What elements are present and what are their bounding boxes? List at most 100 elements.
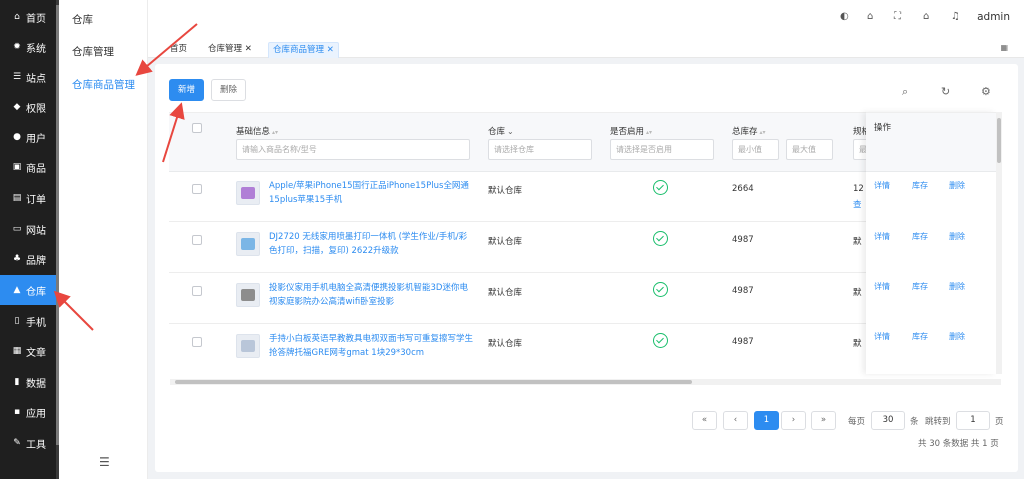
- delete-link[interactable]: 删除: [949, 331, 965, 342]
- row-checkbox[interactable]: [192, 184, 202, 194]
- sidebar-item-article[interactable]: ▦ 文章: [0, 336, 59, 366]
- sidebar-item-label: 权限: [26, 103, 46, 115]
- stock-cell: 2664: [732, 184, 754, 194]
- warehouse-filter[interactable]: 请选择仓库: [488, 139, 592, 160]
- delete-button[interactable]: 删除: [211, 79, 247, 101]
- scrollbar-thumb[interactable]: [997, 118, 1001, 163]
- sort-icon[interactable]: ▴▾: [760, 129, 766, 136]
- sidebar-item-order[interactable]: ▤ 订单: [0, 183, 59, 213]
- tabs-menu-icon[interactable]: ▦: [1000, 43, 1008, 52]
- product-name-link[interactable]: DJ2720 无线家用喷墨打印一体机 (学生作业/手机/彩色打印，扫描，复印) …: [269, 231, 474, 258]
- stock-link[interactable]: 库存: [912, 281, 928, 292]
- sidebar-item-apps[interactable]: ▪ 应用: [0, 397, 59, 427]
- add-button[interactable]: 新增: [169, 79, 205, 101]
- bell-icon[interactable]: ♫: [951, 11, 960, 22]
- menu-fold-icon[interactable]: ☰: [99, 455, 110, 469]
- column-label: 仓库: [488, 127, 506, 137]
- sidebar-item-label: 订单: [26, 194, 46, 206]
- sidebar-item-system[interactable]: ✹ 系统: [0, 32, 59, 62]
- product-name-filter[interactable]: 请输入商品名称/型号: [236, 139, 470, 160]
- column-header-stock[interactable]: 总库存 ▴▾: [732, 125, 766, 137]
- spec-link[interactable]: 查: [853, 198, 862, 210]
- tab-home[interactable]: 首页: [166, 42, 191, 58]
- stock-link[interactable]: 库存: [912, 331, 928, 342]
- order-icon: ▤: [12, 193, 22, 203]
- refresh-icon[interactable]: ↻: [941, 85, 950, 98]
- bank-icon[interactable]: ⌂: [867, 11, 873, 22]
- next-page-button[interactable]: ›: [781, 411, 806, 430]
- column-header-action: 操作: [874, 123, 892, 133]
- sidebar-item-brand[interactable]: ♣ 品牌: [0, 244, 59, 274]
- user-name[interactable]: admin: [977, 11, 1010, 23]
- warehouse-cell: 默认仓库: [488, 237, 523, 247]
- scrollbar-thumb[interactable]: [175, 380, 692, 384]
- sidebar-item-permission[interactable]: ◆ 权限: [0, 92, 59, 122]
- top-header: ◐ ⌂ ⛶ ⌂ ♫ admin: [148, 0, 1024, 38]
- last-page-button[interactable]: »: [811, 411, 836, 430]
- row-checkbox[interactable]: [192, 286, 202, 296]
- per-page-input[interactable]: 30: [871, 411, 905, 430]
- stock-link[interactable]: 库存: [912, 231, 928, 242]
- phone-icon: ▯: [14, 316, 20, 326]
- article-icon: ▦: [12, 346, 22, 356]
- chevron-down-icon[interactable]: ⌄: [507, 127, 514, 136]
- product-name-link[interactable]: Apple/苹果iPhone15国行正品iPhone15Plus全网通15plu…: [269, 180, 474, 207]
- sort-icon[interactable]: ▴▾: [646, 129, 652, 136]
- product-name-link[interactable]: 手持小白板英语早教教具电视双面书写可重复擦写学生抢答牌托福GRE网考gmat 1…: [269, 333, 474, 360]
- row-checkbox[interactable]: [192, 337, 202, 347]
- sidebar-item-phone[interactable]: ▯ 手机: [0, 306, 59, 336]
- select-all-checkbox[interactable]: [192, 123, 202, 133]
- search-icon[interactable]: ⌕: [902, 85, 908, 99]
- enabled-check-icon: [653, 282, 668, 297]
- product-name-link[interactable]: 投影仪家用手机电脑全高清便携投影机智能3D迷你电视家庭影院办公高清wifi卧室投…: [269, 282, 474, 309]
- sidebar-item-user[interactable]: ● 用户: [0, 122, 59, 152]
- sidebar-item-goods[interactable]: ▣ 商品: [0, 152, 59, 182]
- column-header-enabled[interactable]: 是否启用 ▴▾: [610, 125, 652, 137]
- row-checkbox[interactable]: [192, 235, 202, 245]
- sidebar-item-tools[interactable]: ✎ 工具: [0, 428, 59, 458]
- sidebar-item-site[interactable]: ☰ 站点: [0, 62, 59, 92]
- page-1-button[interactable]: 1: [754, 411, 779, 430]
- fullscreen-icon[interactable]: ⛶: [894, 11, 901, 22]
- sort-icon[interactable]: ▴▾: [272, 129, 278, 136]
- sidebar-item-home[interactable]: ⌂ 首页: [0, 2, 59, 32]
- sidebar-item-website[interactable]: ▭ 网站: [0, 214, 59, 244]
- detail-link[interactable]: 详情: [874, 231, 890, 242]
- jump-page-input[interactable]: 1: [956, 411, 990, 430]
- palette-icon[interactable]: ◐: [840, 11, 849, 22]
- table-vertical-scrollbar[interactable]: [996, 112, 1002, 374]
- tab-warehouse-manage[interactable]: 仓库管理 ✕: [204, 42, 256, 58]
- settings-icon[interactable]: ⚙: [981, 85, 991, 98]
- stock-max-input[interactable]: 最大值: [786, 139, 833, 160]
- product-thumbnail: [236, 232, 260, 256]
- tab-warehouse-goods[interactable]: 仓库商品管理 ✕: [268, 42, 339, 58]
- warehouse-icon: ▲: [13, 285, 21, 295]
- pagination-summary: 共 30 条数据 共 1 页: [918, 439, 999, 449]
- sidebar-item-warehouse[interactable]: ▲ 仓库: [0, 275, 59, 305]
- first-page-button[interactable]: «: [692, 411, 717, 430]
- column-header-warehouse[interactable]: 仓库 ⌄: [488, 125, 514, 137]
- delete-link[interactable]: 删除: [949, 281, 965, 292]
- stock-link[interactable]: 库存: [912, 180, 928, 191]
- detail-link[interactable]: 详情: [874, 331, 890, 342]
- table-horizontal-scrollbar[interactable]: [170, 379, 1001, 385]
- enabled-check-icon: [653, 333, 668, 348]
- stock-min-input[interactable]: 最小值: [732, 139, 779, 160]
- submenu-item-warehouse-manage[interactable]: 仓库管理: [72, 44, 114, 59]
- delete-link[interactable]: 删除: [949, 180, 965, 191]
- column-header-info[interactable]: 基础信息 ▴▾: [236, 125, 278, 137]
- monitor-icon: ▭: [12, 224, 22, 234]
- enabled-filter[interactable]: 请选择是否启用: [610, 139, 714, 160]
- sidebar-item-data[interactable]: ▮ 数据: [0, 367, 59, 397]
- submenu-item-warehouse-goods[interactable]: 仓库商品管理: [72, 77, 135, 92]
- prev-page-button[interactable]: ‹: [723, 411, 748, 430]
- sub-menu: 仓库 仓库管理 仓库商品管理 ☰: [59, 0, 148, 479]
- product-thumbnail: [236, 283, 260, 307]
- home-icon[interactable]: ⌂: [923, 11, 929, 22]
- product-thumbnail: [236, 181, 260, 205]
- delete-link[interactable]: 删除: [949, 231, 965, 242]
- sidebar-item-label: 用户: [26, 133, 46, 145]
- spec-cell: 默: [853, 237, 862, 247]
- detail-link[interactable]: 详情: [874, 180, 890, 191]
- detail-link[interactable]: 详情: [874, 281, 890, 292]
